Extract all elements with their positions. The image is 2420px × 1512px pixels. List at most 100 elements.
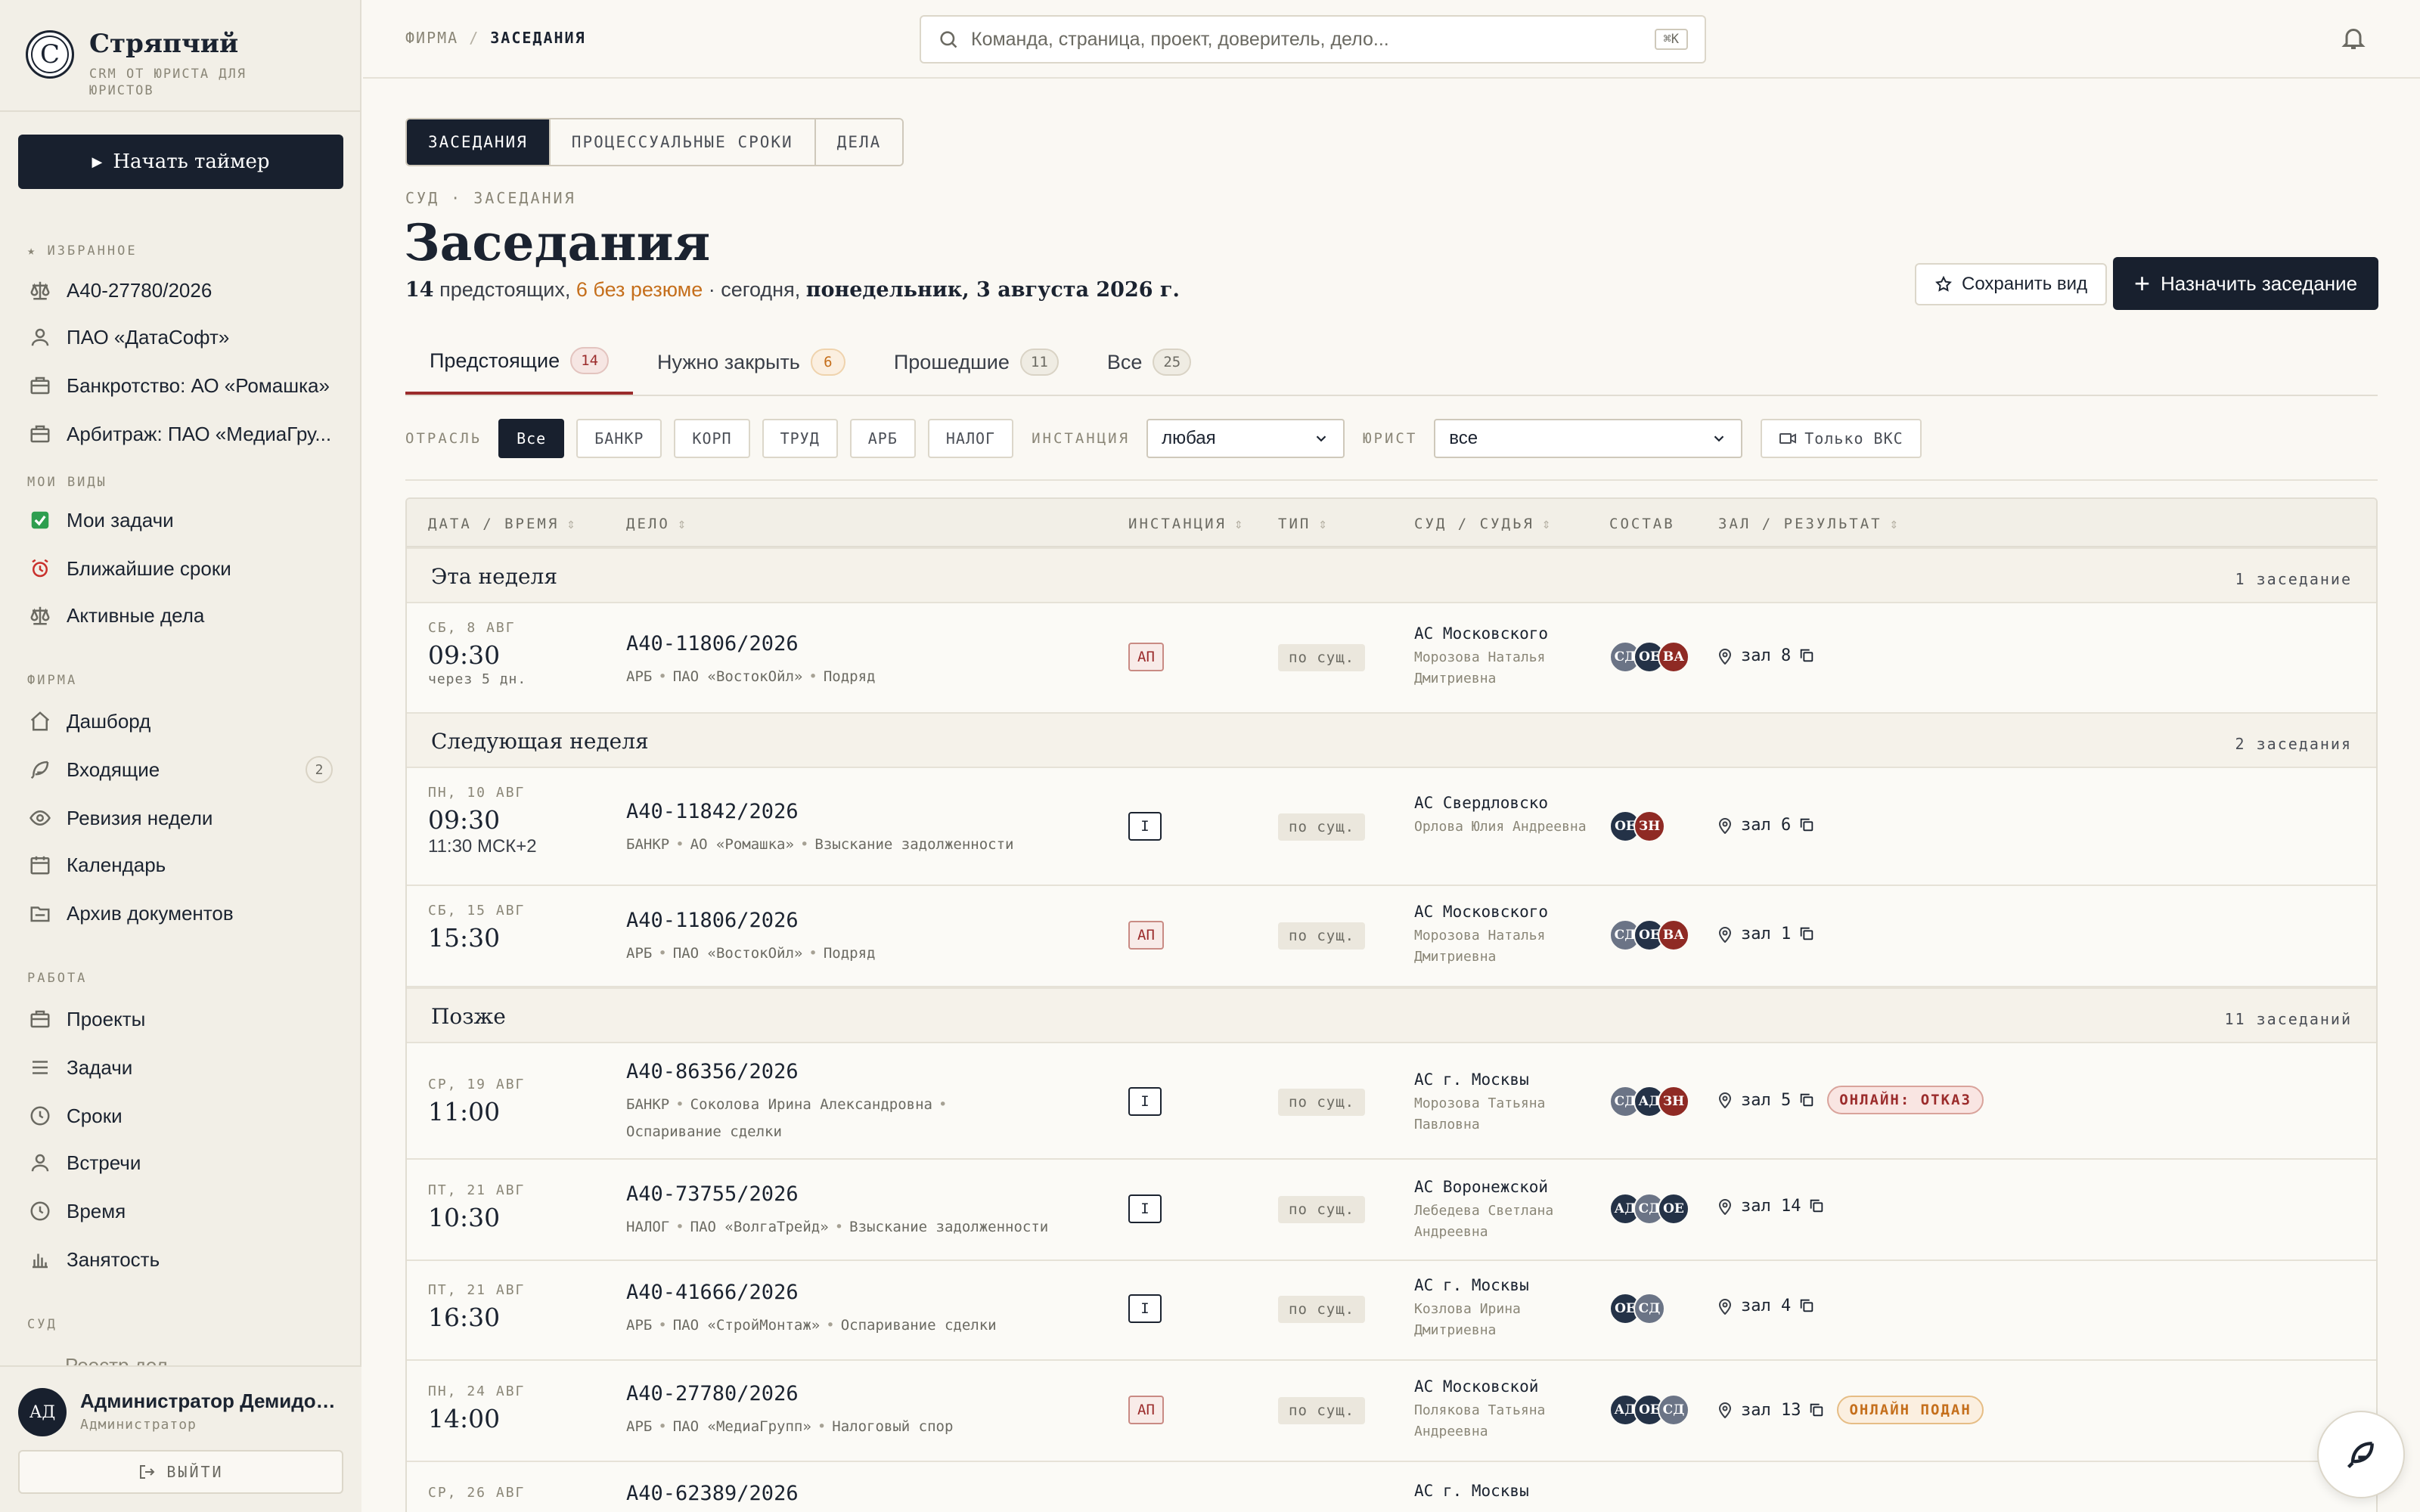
case-number[interactable]: А40-11806/2026 — [626, 909, 1110, 932]
brand-name: Стряпчий — [89, 29, 239, 59]
breadcrumb-root[interactable]: ФИРМА — [405, 29, 458, 47]
instance-badge: АП — [1128, 921, 1164, 950]
table-row[interactable]: ПН, 24 АВГ 14:00 А40-27780/2026 АРБ • ПАО … — [407, 1361, 2376, 1462]
briefcase-icon — [27, 373, 53, 398]
nav-tasks[interactable]: Задачи — [27, 1048, 337, 1087]
favorite-item-bankruptcy[interactable]: Банкротство: АО «Ромашка» — [27, 366, 337, 405]
schedule-hearing-button[interactable]: + Назначить заседание — [2113, 257, 2379, 310]
table-row[interactable]: ПТ, 21 АВГ 16:30 А40-41666/2026 АРБ • ПАО … — [407, 1261, 2376, 1361]
avatar[interactable]: ОЕ — [1658, 1193, 1689, 1225]
tab-upcoming[interactable]: Предстоящие 14 — [405, 330, 634, 395]
col-header-datetime[interactable]: ДАТА / ВРЕМЯ ⇕ — [428, 516, 578, 532]
start-timer-button[interactable]: ▶ Начать таймер — [18, 135, 343, 189]
nav-inbox[interactable]: Входящие 2 — [27, 750, 337, 789]
online-status-badge[interactable]: ОНЛАЙН: ОТКАЗ — [1827, 1086, 1984, 1114]
nav-workload[interactable]: Занятость — [27, 1240, 337, 1279]
tab-all[interactable]: Все 25 — [1083, 330, 1215, 395]
case-number[interactable]: А40-41666/2026 — [626, 1281, 1110, 1304]
avatar[interactable]: СД — [1658, 1394, 1689, 1426]
copy-icon[interactable] — [1801, 1194, 1825, 1218]
brand[interactable]: С Стряпчий CRM ОТ ЮРИСТА ДЛЯ ЮРИСТОВ — [26, 29, 286, 100]
view-item-active-cases[interactable]: Активные дела — [27, 596, 337, 635]
copy-icon[interactable] — [1791, 1089, 1815, 1112]
tab-past[interactable]: Прошедшие 11 — [870, 330, 1083, 395]
branch-chip-all[interactable]: Все — [498, 419, 565, 458]
segment-cases[interactable]: ДЕЛА — [815, 119, 903, 165]
nav-dashboard[interactable]: Дашборд — [27, 702, 337, 741]
avatar[interactable]: ЗН — [1658, 1086, 1689, 1117]
group-header-later[interactable]: Позже 11 заседаний — [407, 987, 2376, 1043]
copy-icon[interactable] — [1791, 813, 1815, 837]
nav-document-archive[interactable]: Архив документов — [27, 894, 337, 933]
case-number[interactable]: А40-86356/2026 — [626, 1060, 1110, 1083]
table-row[interactable]: СР, 26 АВГ А40-62389/2026 АС г. Москвы — [407, 1462, 2376, 1512]
logout-icon — [140, 1465, 155, 1479]
avatar[interactable]: ВА — [1658, 641, 1689, 673]
table-row[interactable]: СР, 19 АВГ 11:00 А40-86356/2026 БАНКР • Со… — [407, 1043, 2376, 1160]
segment-hearings[interactable]: ЗАСЕДАНИЯ — [407, 119, 551, 165]
segment-deadlines[interactable]: ПРОЦЕССУАЛЬНЫЕ СРОКИ — [550, 119, 816, 165]
nav-meetings[interactable]: Встречи — [27, 1143, 337, 1182]
branch-chip-arb[interactable]: АРБ — [849, 419, 916, 458]
save-view-button[interactable]: Сохранить вид — [1915, 263, 2108, 305]
nav-time[interactable]: Время — [27, 1191, 337, 1231]
avatar[interactable]: ЗН — [1634, 810, 1665, 842]
copy-icon[interactable] — [1791, 644, 1815, 668]
nav-calendar[interactable]: Календарь — [27, 845, 337, 885]
branch-chip-nalog[interactable]: НАЛОГ — [927, 419, 1014, 458]
avatar[interactable]: СД — [1634, 1293, 1665, 1325]
table-row[interactable]: ПН, 10 АВГ 09:30 11:30 МСК+2 А40-11842/2… — [407, 768, 2376, 886]
nav-deadlines[interactable]: Сроки — [27, 1096, 337, 1136]
case-number[interactable]: А40-11842/2026 — [626, 800, 1110, 823]
search-input[interactable] — [971, 28, 1655, 51]
team-avatars: ОЕ ЗН — [1609, 810, 1665, 842]
branch-chip-bankr[interactable]: БАНКР — [576, 419, 662, 458]
table-row[interactable]: СБ, 8 АВГ 09:30 через 5 дн. А40-11806/20… — [407, 603, 2376, 714]
copy-icon[interactable] — [1791, 1294, 1815, 1318]
lawyer-filter-label: ЮРИСТ — [1363, 430, 1418, 447]
type-badge: по сущ. — [1278, 922, 1366, 950]
view-item-deadlines[interactable]: Ближайшие сроки — [27, 549, 337, 588]
col-header-room[interactable]: ЗАЛ / РЕЗУЛЬТАТ ⇕ — [1718, 516, 1900, 532]
col-header-court[interactable]: СУД / СУДЬЯ ⇕ — [1414, 516, 1553, 532]
case-number[interactable]: А40-73755/2026 — [626, 1182, 1110, 1206]
favorite-item-case[interactable]: А40-27780/2026 — [27, 271, 337, 310]
table-row[interactable]: СБ, 15 АВГ 15:30 А40-11806/2026 АРБ • ПАО … — [407, 886, 2376, 987]
col-header-case[interactable]: ДЕЛО ⇕ — [626, 516, 688, 532]
command-search[interactable]: ⌘K — [920, 15, 1706, 64]
group-header-next-week[interactable]: Следующая неделя 2 заседания — [407, 712, 2376, 768]
copy-icon[interactable] — [1801, 1399, 1825, 1422]
branch-chip-korp[interactable]: КОРП — [674, 419, 750, 458]
group-header-this-week[interactable]: Эта неделя 1 заседание — [407, 547, 2376, 603]
copy-icon[interactable] — [1791, 922, 1815, 946]
avatar[interactable]: АД — [18, 1388, 67, 1436]
case-number[interactable]: А40-27780/2026 — [626, 1382, 1110, 1405]
play-icon: ▶ — [92, 153, 103, 170]
avatar[interactable]: ВА — [1658, 919, 1689, 951]
favorite-item-client[interactable]: ПАО «ДатаСофт» — [27, 318, 337, 357]
branch-chip-trud[interactable]: ТРУД — [762, 419, 838, 458]
view-item-my-tasks[interactable]: Мои задачи — [27, 500, 337, 540]
col-header-type[interactable]: ТИП ⇕ — [1278, 516, 1329, 532]
case-number[interactable]: А40-62389/2026 — [626, 1482, 1110, 1505]
favorite-item-arbitration[interactable]: Арбитраж: ПАО «МедиаГру... — [27, 414, 337, 454]
no-summary-warning[interactable]: 6 без резюме — [576, 278, 703, 301]
video-only-label: Только ВКС — [1804, 429, 1903, 448]
list-icon — [27, 1055, 53, 1080]
tab-need-close[interactable]: Нужно закрыть 6 — [633, 330, 870, 395]
sort-icon: ⇕ — [566, 516, 578, 532]
case-number[interactable]: А40-11806/2026 — [626, 632, 1110, 655]
lawyer-select[interactable]: все — [1434, 419, 1743, 458]
instance-select[interactable]: любая — [1146, 419, 1345, 458]
notifications-button[interactable] — [2340, 24, 2370, 54]
quick-note-button[interactable] — [2317, 1411, 2405, 1498]
col-header-instance[interactable]: ИНСТАНЦИЯ ⇕ — [1128, 516, 1245, 532]
nav-weekly-review[interactable]: Ревизия недели — [27, 798, 337, 838]
online-status-badge[interactable]: ОНЛАЙН ПОДАН — [1837, 1396, 1984, 1424]
logout-button[interactable]: ВЫЙТИ — [18, 1450, 343, 1494]
nav-projects[interactable]: Проекты — [27, 999, 337, 1039]
map-pin-icon — [1718, 926, 1732, 943]
table-row[interactable]: ПТ, 21 АВГ 10:30 А40-73755/2026 НАЛОГ • ПА… — [407, 1160, 2376, 1261]
video-only-toggle[interactable]: Только ВКС — [1761, 419, 1922, 458]
briefcase-icon — [27, 1006, 53, 1032]
